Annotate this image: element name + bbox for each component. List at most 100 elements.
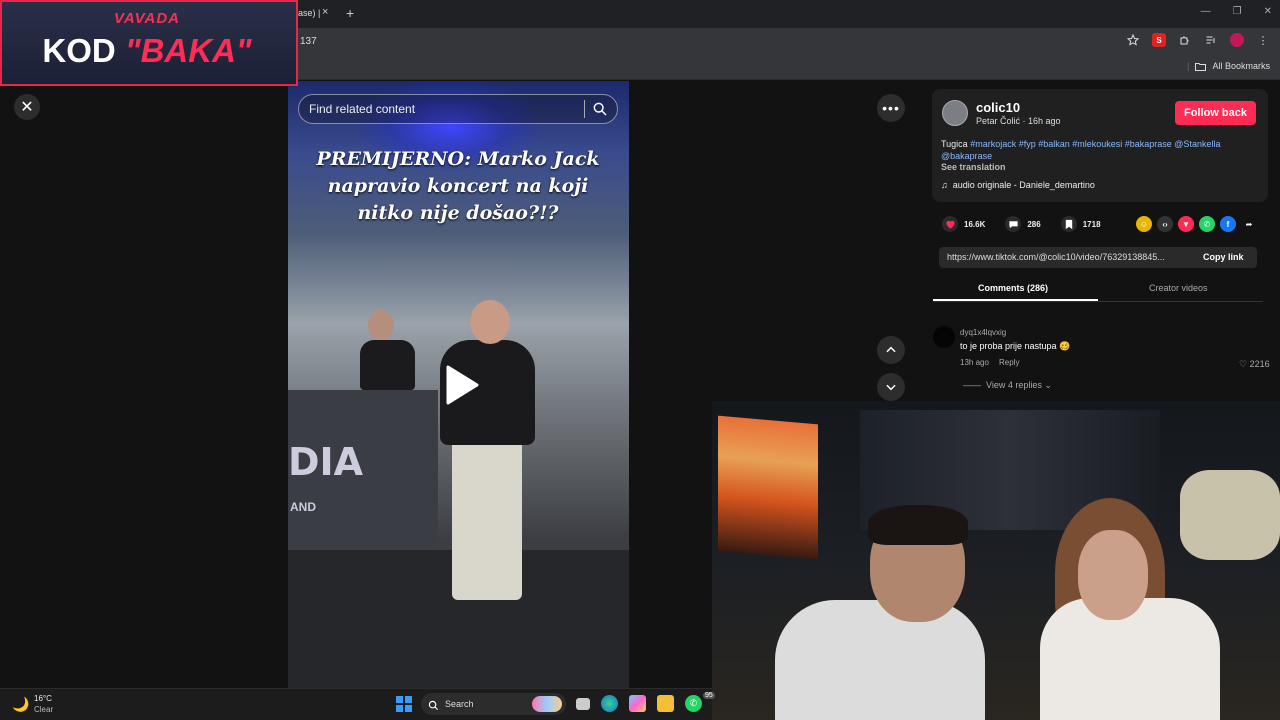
comment-text: to je proba prije nastupa 🥴 (960, 341, 1071, 351)
hashtags[interactable]: #markojack #fyp #balkan #mlekoukesi #bak… (941, 139, 1220, 161)
comment-button[interactable] (1005, 216, 1022, 232)
see-translation-link[interactable]: See translation (941, 162, 1006, 172)
share-arrow-icon[interactable]: ➦ (1241, 216, 1257, 232)
search-icon[interactable] (592, 101, 608, 122)
man-shirt (775, 600, 985, 720)
chevron-down-icon: ⌄ (1041, 380, 1052, 390)
stage-brand-subtext: AND (290, 500, 316, 514)
bookmarks-label: All Bookmarks (1212, 61, 1270, 71)
author-line: Petar Čolić · 16h ago (976, 116, 1061, 126)
comment-avatar[interactable] (933, 326, 955, 348)
comment-time: 13h ago (960, 358, 989, 367)
share-emoji-icon[interactable]: ☺ (1136, 216, 1152, 232)
chevron-up-icon (886, 346, 896, 353)
browser-tab-title[interactable]: ase) | (298, 8, 320, 18)
address-bar-icons: S ⋮ (1126, 33, 1270, 47)
divider: | (1187, 61, 1190, 71)
embed-code-icon[interactable]: ‹› (1157, 216, 1173, 232)
woman-shirt (1040, 598, 1220, 720)
close-window-button[interactable]: ✕ (1264, 6, 1272, 17)
search-icon (428, 698, 439, 716)
menu-kebab-icon[interactable]: ⋮ (1256, 33, 1270, 47)
man-hair (868, 505, 968, 545)
follow-back-button[interactable]: Follow back (1175, 101, 1256, 125)
jacket (1180, 470, 1280, 560)
active-tab-indicator (933, 299, 1098, 301)
edge-icon[interactable] (601, 695, 618, 712)
file-explorer-icon[interactable] (657, 695, 674, 712)
stage-brand-text: DIA (288, 440, 364, 484)
copy-link-button[interactable]: Copy link (1203, 252, 1244, 262)
new-tab-button[interactable]: + (346, 5, 354, 21)
chevron-down-icon (886, 384, 896, 391)
tabs-divider (933, 301, 1263, 302)
comment-likes-count: 2216 (1249, 359, 1270, 369)
whatsapp-icon[interactable]: ✆ (1199, 216, 1215, 232)
windows-start-icon[interactable] (396, 696, 412, 712)
facebook-icon[interactable]: f (1220, 216, 1236, 232)
next-video-button[interactable] (877, 373, 905, 401)
avatar[interactable] (942, 100, 968, 126)
comment-reply-button[interactable]: Reply (999, 358, 1019, 367)
folder-icon (1195, 62, 1207, 71)
music-note-icon: ♫ (941, 180, 948, 190)
comments-count: 286 (1027, 219, 1041, 229)
view-replies-button[interactable]: —— View 4 replies ⌄ (963, 380, 1052, 391)
tab-comments[interactable]: Comments (286) (978, 283, 1048, 293)
promo-code-prefix: KOD (42, 32, 116, 69)
promo-code-word: "BAKA" (124, 32, 252, 69)
play-icon[interactable] (444, 364, 480, 411)
performer-head (470, 300, 510, 344)
star-icon[interactable] (1126, 33, 1140, 47)
fireplace-screen (718, 415, 818, 560)
taskbar-search-label: Search (445, 699, 474, 709)
task-view-icon[interactable] (576, 697, 590, 710)
heart-icon (945, 220, 955, 229)
close-icon[interactable]: ✕ (14, 94, 40, 120)
moon-icon[interactable]: 🌙 (12, 696, 29, 713)
description-text: Tugica (941, 139, 971, 149)
music-line[interactable]: ♫ audio originale - Daniele_demartino (941, 180, 1095, 190)
extensions-puzzle-icon[interactable] (1178, 33, 1192, 47)
weather-temperature[interactable]: 16°C (34, 694, 52, 703)
heart-outline-icon: ♡ (1239, 359, 1248, 369)
woman-face (1078, 530, 1148, 620)
restore-button[interactable]: ❐ (1233, 6, 1242, 17)
all-bookmarks[interactable]: | All Bookmarks (1187, 61, 1270, 71)
whatsapp-taskbar-icon[interactable]: ✆ (685, 695, 702, 712)
logo-brand: VAVADA (114, 10, 180, 27)
minimize-button[interactable]: — (1201, 6, 1211, 17)
send-icon[interactable]: ▼ (1178, 216, 1194, 232)
like-button[interactable] (942, 216, 958, 232)
taskbar-apps: ✆ (576, 695, 702, 712)
share-icons: ☺ ‹› ▼ ✆ f ➦ (1136, 216, 1257, 232)
profile-avatar-icon[interactable] (1230, 33, 1244, 47)
engagement-stats: 16.6K 286 1718 (942, 216, 1101, 232)
tab-creator-videos[interactable]: Creator videos (1149, 283, 1208, 293)
dj-head (368, 310, 394, 340)
search-highlight-art (532, 696, 562, 712)
extension-red-icon[interactable]: S (1152, 33, 1166, 47)
notification-badge: 95 (703, 692, 715, 699)
url-field[interactable]: 137 (300, 36, 317, 47)
copilot-icon[interactable] (629, 695, 646, 712)
tab-close-icon[interactable]: × (322, 6, 328, 18)
video-link[interactable]: https://www.tiktok.com/@colic10/video/76… (947, 252, 1165, 262)
username[interactable]: colic10 (976, 100, 1020, 115)
window-controls: — ❐ ✕ (1201, 6, 1272, 17)
previous-video-button[interactable] (877, 336, 905, 364)
comment-like[interactable]: ♡ 2216 (1239, 359, 1270, 370)
save-button[interactable] (1060, 216, 1077, 232)
search-placeholder: Find related content (309, 102, 416, 116)
comment-username[interactable]: dyq1x4lqvxig (960, 328, 1006, 337)
performer-legs (452, 440, 522, 600)
view-replies-label: View 4 replies (986, 380, 1042, 390)
video-caption-overlay: PREMIJERNO: Marko Jack napravio koncert … (316, 148, 600, 224)
media-control-icon[interactable] (1204, 33, 1218, 47)
more-options-icon[interactable]: ••• (877, 94, 905, 122)
weather-description: Clear (34, 705, 54, 714)
comment-icon (1009, 220, 1018, 228)
music-title: audio originale - Daniele_demartino (952, 180, 1095, 190)
divider: —— (963, 380, 987, 390)
bookmark-icon (1065, 219, 1072, 229)
